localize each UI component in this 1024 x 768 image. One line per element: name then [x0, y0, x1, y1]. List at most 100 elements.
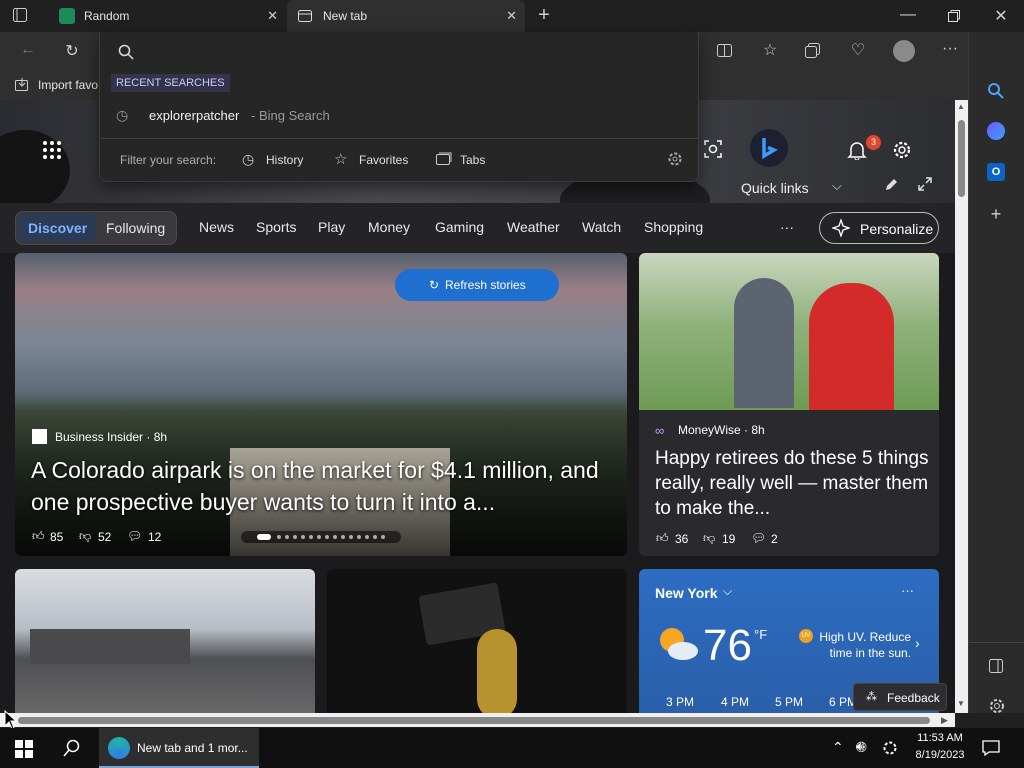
- scroll-right-icon[interactable]: ▶: [941, 715, 948, 726]
- card-story-card[interactable]: [327, 569, 627, 713]
- carousel-dot[interactable]: [301, 535, 305, 539]
- carousel-indicator[interactable]: [241, 531, 401, 543]
- carousel-dot[interactable]: [317, 535, 321, 539]
- weather-unit[interactable]: °F: [754, 627, 767, 642]
- nav-more-icon[interactable]: ···: [780, 219, 794, 235]
- like-icon[interactable]: 👍︎: [656, 531, 669, 546]
- filter-favorites[interactable]: ☆ Favorites: [334, 148, 424, 172]
- weather-alert[interactable]: High UV. Reduce time in the sun.: [815, 629, 911, 661]
- profile-avatar[interactable]: [893, 40, 915, 62]
- collections-icon[interactable]: [804, 42, 822, 60]
- chevron-down-icon[interactable]: ⌵: [723, 584, 732, 599]
- carousel-dot[interactable]: [381, 535, 385, 539]
- split-screen-icon[interactable]: [716, 42, 734, 60]
- nav-money[interactable]: Money: [368, 219, 410, 235]
- vertical-scroll-thumb[interactable]: [958, 120, 965, 197]
- refresh-icon[interactable]: ↻: [62, 41, 82, 61]
- new-tab-plus-icon[interactable]: +: [534, 4, 554, 27]
- nav-sports[interactable]: Sports: [256, 219, 296, 235]
- close-window-icon[interactable]: ✕: [991, 6, 1011, 26]
- carousel-dot[interactable]: [365, 535, 369, 539]
- carousel-dot[interactable]: [293, 535, 297, 539]
- close-tab-icon[interactable]: ✕: [267, 8, 278, 24]
- sidebar-outlook-icon[interactable]: O: [987, 163, 1005, 181]
- sidebar-add-icon[interactable]: +: [985, 204, 1007, 225]
- back-icon[interactable]: ←: [18, 41, 38, 59]
- weather-more-icon[interactable]: ···: [901, 583, 914, 598]
- taskbar-search-icon[interactable]: [63, 739, 81, 757]
- dislike-icon[interactable]: 👎︎: [79, 529, 91, 544]
- carousel-dot[interactable]: [349, 535, 353, 539]
- scroll-down-icon[interactable]: ▼: [957, 699, 965, 708]
- carousel-dot[interactable]: [373, 535, 377, 539]
- import-favorites-link[interactable]: Import favo: [38, 78, 98, 92]
- nav-shopping[interactable]: Shopping: [644, 219, 703, 235]
- carousel-dot[interactable]: [333, 535, 337, 539]
- like-icon[interactable]: 👍︎: [32, 529, 45, 544]
- story-headline[interactable]: Happy retirees do these 5 things really,…: [655, 446, 930, 521]
- restore-icon[interactable]: [948, 10, 960, 22]
- nav-watch[interactable]: Watch: [582, 219, 621, 235]
- tray-overflow-chevron-icon[interactable]: ⌃: [832, 739, 844, 756]
- notification-center-icon[interactable]: [982, 740, 1000, 756]
- quick-links-toggle[interactable]: Quick links: [741, 180, 809, 196]
- carousel-dot[interactable]: [341, 535, 345, 539]
- filter-history[interactable]: ◷ History: [242, 148, 322, 172]
- carousel-dot[interactable]: [285, 535, 289, 539]
- settings-more-icon[interactable]: ···: [940, 40, 960, 58]
- filter-tabs[interactable]: Tabs: [436, 148, 496, 172]
- tab-random[interactable]: Random ✕: [50, 0, 286, 32]
- sidebar-copilot-icon[interactable]: [987, 122, 1005, 140]
- volume-icon[interactable]: 🔊︎: [856, 738, 865, 755]
- visual-search-icon[interactable]: [703, 139, 723, 159]
- clock-time[interactable]: 11:53 AM: [914, 732, 966, 744]
- chevron-down-icon[interactable]: ⌵: [832, 178, 842, 194]
- nav-play[interactable]: Play: [318, 219, 345, 235]
- side-story-card[interactable]: ∞ MoneyWise · 8h Happy retirees do these…: [639, 253, 939, 556]
- carousel-dot[interactable]: [325, 535, 329, 539]
- main-story-card[interactable]: ↻ Refresh stories Business Insider · 8h …: [15, 253, 627, 556]
- dislike-icon[interactable]: 👎︎: [703, 531, 715, 546]
- refresh-stories-button[interactable]: ↻ Refresh stories: [395, 269, 559, 301]
- feedback-button[interactable]: ⁂ Feedback: [853, 683, 947, 711]
- taskbar-edge-app[interactable]: New tab and 1 mor...: [99, 728, 259, 768]
- tab-new-tab[interactable]: New tab ✕: [287, 0, 525, 32]
- weather-city[interactable]: New York: [655, 585, 718, 601]
- carousel-dot[interactable]: [309, 535, 313, 539]
- notifications-bell-icon[interactable]: [847, 140, 867, 160]
- apps-launcher-icon[interactable]: [42, 140, 62, 160]
- nav-gaming[interactable]: Gaming: [435, 219, 484, 235]
- comment-icon[interactable]: 💬︎: [751, 531, 766, 545]
- recent-search-item[interactable]: ◷ explorerpatcher - Bing Search: [100, 99, 698, 131]
- page-settings-gear-icon[interactable]: [891, 139, 913, 161]
- vertical-scrollbar[interactable]: ▲ ▼: [955, 100, 968, 713]
- sidebar-search-icon[interactable]: [987, 82, 1005, 100]
- minimize-icon[interactable]: —: [898, 6, 918, 24]
- horizontal-scrollbar[interactable]: ▶: [0, 713, 955, 727]
- address-input[interactable]: [140, 38, 680, 64]
- carousel-dot[interactable]: [357, 535, 361, 539]
- tab-following[interactable]: Following: [106, 220, 165, 236]
- close-tab-icon[interactable]: ✕: [506, 8, 517, 24]
- nav-weather[interactable]: Weather: [507, 219, 560, 235]
- favorites-star-icon[interactable]: ☆: [758, 40, 782, 60]
- expand-icon[interactable]: [918, 177, 932, 191]
- scroll-up-icon[interactable]: ▲: [957, 102, 965, 111]
- chevron-right-icon[interactable]: ›: [915, 635, 920, 651]
- comment-icon[interactable]: 💬︎: [127, 529, 142, 543]
- tab-actions-icon[interactable]: [12, 7, 36, 23]
- nav-news[interactable]: News: [199, 219, 234, 235]
- house-story-card[interactable]: [15, 569, 315, 713]
- clock-date[interactable]: 8/19/2023: [912, 749, 968, 761]
- search-settings-gear-icon[interactable]: [667, 151, 683, 167]
- edit-background-icon[interactable]: [884, 178, 898, 192]
- sidebar-settings-gear-icon[interactable]: [988, 697, 1006, 715]
- personalize-button[interactable]: Personalize: [819, 212, 939, 244]
- horizontal-scroll-thumb[interactable]: [18, 717, 930, 724]
- bing-chat-button[interactable]: [750, 129, 788, 167]
- hide-sidebar-icon[interactable]: [988, 658, 1004, 674]
- tab-discover[interactable]: Discover: [28, 220, 87, 236]
- performance-heart-icon[interactable]: ♡: [846, 40, 870, 60]
- story-headline[interactable]: A Colorado airpark is on the market for …: [31, 454, 616, 518]
- carousel-dot[interactable]: [277, 535, 281, 539]
